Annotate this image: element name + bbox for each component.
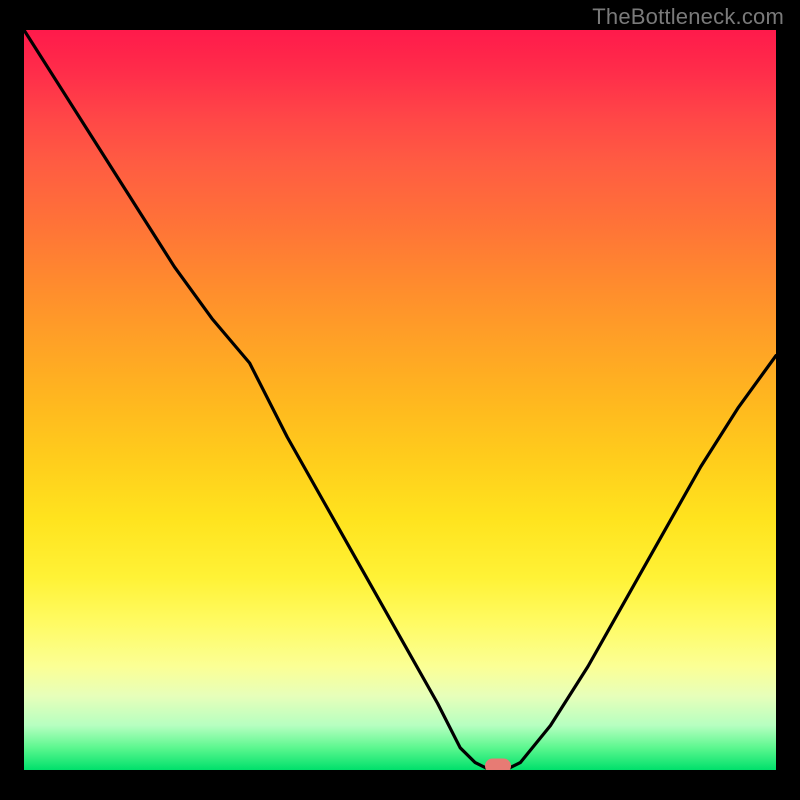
chart-frame: TheBottleneck.com: [0, 0, 800, 800]
optimal-marker: [485, 759, 511, 770]
plot-area: [24, 30, 776, 770]
watermark-text: TheBottleneck.com: [592, 4, 784, 30]
bottleneck-curve: [24, 30, 776, 770]
